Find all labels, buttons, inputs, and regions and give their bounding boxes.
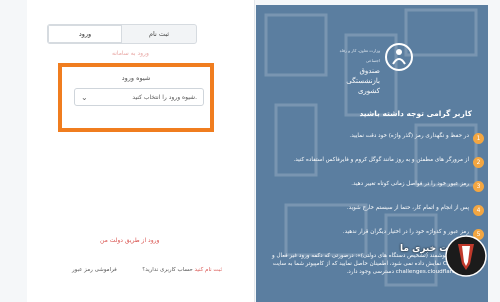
tip-item: 4 پس از انجام و اتمام کار، حتما از سیستم… [262, 204, 484, 228]
tip-text: رمز عبور خود را در فواصل زمانی کوتاه تغی… [351, 181, 469, 187]
tip-text: پس از انجام و اتمام کار، حتما از سیستم خ… [346, 205, 469, 211]
tip-text: از مرورگر های مطمئن و به روز مانند گوگل … [293, 157, 469, 163]
login-hint: ورود به سامانه [112, 50, 149, 57]
login-tabs: ورود ثبت نام [47, 24, 197, 44]
login-method-value: شیوه ورود را انتخاب کنید. [132, 93, 197, 101]
pension-fund-logo-icon [385, 43, 413, 71]
login-card [27, 0, 255, 302]
tip-number: 1 [473, 133, 484, 144]
tip-text: در حفظ و نگهداری رمز (گذر واژه) خود دقت … [349, 133, 469, 139]
panel-title: کاربر گرامی توجه داشته باشید [359, 109, 472, 118]
login-method-label: شیوه ورود [121, 74, 151, 82]
tab-signup[interactable]: ثبت نام [122, 25, 196, 43]
tip-item: 3 رمز عبور خود را در فواصل زمانی کوتاه ت… [262, 180, 484, 204]
tab-login[interactable]: ورود [48, 25, 122, 43]
tip-item: 2 از مرورگر های مطمئن و به روز مانند گوگ… [262, 156, 484, 180]
gov-login-link[interactable]: ورود از طریق دولت من [100, 237, 159, 244]
tip-text: رمز عبور و کدواژه خود را در اختیار دیگرا… [342, 229, 469, 235]
tip-number: 2 [473, 157, 484, 168]
pension-fund-logo-text: وزارت تعاون، کار و رفاه اجتماعی صندوق با… [339, 48, 380, 95]
forgot-password-link[interactable]: فراموشی رمز عبور [72, 267, 117, 273]
login-page: ورود ثبت نام ورود به سامانه شیوه ورود ⌄ … [0, 0, 500, 302]
watermark-logo-icon [445, 235, 487, 277]
tip-number: 4 [473, 205, 484, 216]
tip-text: «سامانه هوشمند (تشخیص دستگاه های دولتی)»… [272, 253, 469, 275]
signup-link[interactable]: ثبت نام کنید [194, 267, 222, 273]
signup-prompt: ثبت نام کنید حساب کاربری ندارید؟ [142, 267, 222, 273]
tip-number: 3 [473, 181, 484, 192]
tip-item: 1 در حفظ و نگهداری رمز (گذر واژه) خود دق… [262, 132, 484, 156]
login-footer: فراموشی رمز عبور ثبت نام کنید حساب کاربر… [72, 267, 222, 273]
chevron-down-icon: ⌄ [81, 92, 88, 102]
login-method-select[interactable]: ⌄ شیوه ورود را انتخاب کنید. [74, 88, 204, 106]
no-account-label: حساب کاربری ندارید؟ [142, 267, 193, 273]
